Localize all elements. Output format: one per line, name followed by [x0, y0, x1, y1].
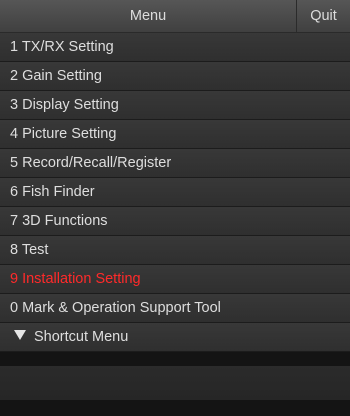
shortcut-menu-label: Shortcut Menu	[34, 329, 129, 345]
menu-item-mark-operation-support-tool[interactable]: 0 Mark & Operation Support Tool	[0, 294, 350, 323]
quit-button[interactable]: Quit	[296, 0, 350, 32]
menu-title: Menu	[129, 8, 167, 24]
menu-header: Menu Quit	[0, 0, 350, 33]
menu-item-fish-finder[interactable]: 6 Fish Finder	[0, 178, 350, 207]
menu-footer	[0, 366, 350, 400]
menu-item-installation-setting[interactable]: 9 Installation Setting	[0, 265, 350, 294]
menu-item-display-setting[interactable]: 3 Display Setting	[0, 91, 350, 120]
menu-item-picture-setting[interactable]: 4 Picture Setting	[0, 120, 350, 149]
menu-item-test[interactable]: 8 Test	[0, 236, 350, 265]
menu-item-record-recall-register[interactable]: 5 Record/Recall/Register	[0, 149, 350, 178]
shortcut-menu-item[interactable]: Shortcut Menu	[0, 323, 350, 352]
menu-item-gain-setting[interactable]: 2 Gain Setting	[0, 62, 350, 91]
menu-panel: Menu Quit 1 TX/RX Setting 2 Gain Setting…	[0, 0, 350, 416]
menu-item-tx-rx-setting[interactable]: 1 TX/RX Setting	[0, 33, 350, 62]
triangle-down-icon	[14, 330, 26, 341]
menu-list: 1 TX/RX Setting 2 Gain Setting 3 Display…	[0, 33, 350, 352]
menu-item-3d-functions[interactable]: 7 3D Functions	[0, 207, 350, 236]
